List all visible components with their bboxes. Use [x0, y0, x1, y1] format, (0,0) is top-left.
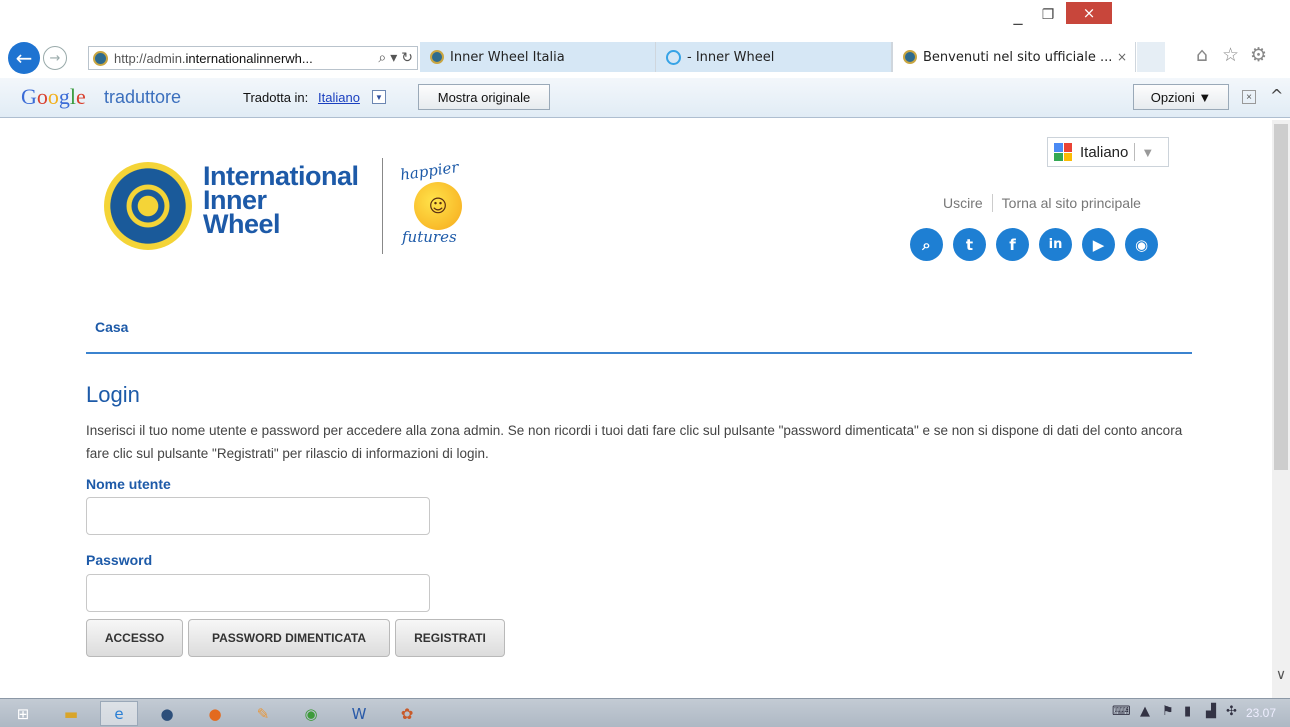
signal-icon[interactable]: ▟ — [1206, 704, 1216, 719]
new-tab-button[interactable] — [1137, 42, 1165, 72]
tab-benvenuti[interactable]: Benvenuti nel sito ufficiale ... × — [892, 42, 1136, 72]
close-translate-icon[interactable]: × — [1242, 90, 1256, 104]
rss-icon[interactable]: ◉ — [1125, 228, 1158, 261]
select-divider — [1134, 143, 1136, 161]
scrollbar-thumb[interactable] — [1274, 124, 1288, 470]
close-window-button[interactable]: × — [1066, 2, 1112, 24]
username-input[interactable] — [86, 497, 430, 535]
header-links: Uscire Torna al sito principale — [943, 194, 1141, 212]
translated-to-label: Tradotta in: — [243, 90, 309, 105]
language-dropdown-icon[interactable]: ▼ — [372, 90, 386, 104]
facebook-icon[interactable]: f — [996, 228, 1029, 261]
site-logo-text[interactable]: International Inner Wheel — [203, 163, 359, 238]
browser-chrome: _ ❐ × ← → http://admin.internationalinne… — [0, 0, 1290, 78]
google-logo: Google — [21, 84, 86, 109]
start-icon[interactable]: ⊞ — [4, 701, 42, 726]
happier-text: happier — [399, 158, 460, 184]
close-tab-icon[interactable]: × — [1117, 50, 1127, 64]
linkedin-icon[interactable]: in — [1039, 228, 1072, 261]
social-icons: ⌕ t f in ▶ ◉ — [910, 228, 1168, 261]
inner-wheel-favicon-icon — [430, 50, 444, 64]
google-translate-bar: Google traduttore Tradotta in: Italiano … — [0, 78, 1290, 118]
inner-wheel-emblem[interactable] — [104, 162, 192, 250]
page-title: Login — [86, 382, 140, 407]
power-icon[interactable]: ▮ — [1184, 704, 1191, 719]
tab-inner-wheel-italia[interactable]: Inner Wheel Italia — [420, 42, 656, 72]
google-translate-icon — [1054, 143, 1072, 161]
favorites-star-icon[interactable]: ☆ — [1222, 44, 1239, 66]
chevron-down-icon: ▼ — [1141, 144, 1155, 160]
address-bar[interactable]: http://admin.internationalinnerwh... ⌕ ▾… — [88, 46, 418, 70]
tab-label: Inner Wheel Italia — [450, 49, 565, 65]
collapse-icon[interactable]: ^ — [1270, 86, 1283, 105]
internet-explorer-icon[interactable]: e — [100, 701, 138, 726]
language-select-value: Italiano — [1080, 143, 1129, 161]
twitter-icon[interactable]: t — [953, 228, 986, 261]
futures-text: futures — [402, 228, 457, 246]
maximize-button[interactable]: ❐ — [1034, 0, 1062, 30]
chrome-icon[interactable]: ◉ — [292, 701, 330, 726]
password-input[interactable] — [86, 574, 430, 612]
windows-taskbar: ⊞ ▬ e ● ● ✎ ◉ W ✿ ⌨ ▲ ⚑ ▮ ▟ ✣ 23.07 — [0, 698, 1290, 727]
firefox-icon[interactable]: ● — [196, 701, 234, 726]
word-icon[interactable]: W — [340, 701, 378, 726]
back-button[interactable]: ← — [8, 42, 40, 74]
back-arrow-icon: ← — [15, 46, 33, 70]
clock[interactable]: 23.07 — [1246, 706, 1276, 720]
forgot-password-button[interactable]: PASSWORD DIMENTICATA — [188, 619, 390, 657]
show-original-button[interactable]: Mostra originale — [418, 84, 550, 110]
home-icon[interactable]: ⌂ — [1196, 44, 1208, 66]
dropdown-arrow-icon[interactable]: ▾ — [390, 50, 397, 66]
site-favicon-icon — [93, 50, 108, 66]
search-icon[interactable]: ⌕ — [378, 50, 386, 66]
play-icon[interactable]: ▶ — [1082, 228, 1115, 261]
forward-arrow-icon: → — [49, 50, 61, 66]
flag-icon[interactable]: ⚑ — [1162, 704, 1174, 719]
refresh-icon[interactable]: ↻ — [401, 50, 413, 66]
network-icon[interactable]: ✣ — [1226, 704, 1237, 719]
address-text[interactable]: http://admin.internationalinnerwh... — [114, 51, 374, 66]
password-label: Password — [86, 552, 153, 568]
scroll-down-icon[interactable]: ∨ — [1272, 666, 1290, 684]
register-button[interactable]: REGISTRATI — [395, 619, 505, 657]
translate-product-name: traduttore — [104, 87, 182, 107]
main-site-link[interactable]: Torna al sito principale — [1002, 195, 1141, 211]
tab-label: Benvenuti nel sito ufficiale ... — [923, 49, 1113, 65]
login-instructions: Inserisci il tuo nome utente e password … — [86, 423, 1183, 461]
nav-home-link[interactable]: Casa — [95, 319, 128, 335]
nav-divider — [86, 352, 1192, 354]
login-button[interactable]: ACCESSO — [86, 619, 183, 657]
paint-icon[interactable]: ✿ — [388, 701, 426, 726]
logout-link[interactable]: Uscire — [943, 195, 983, 211]
ie-favicon-icon — [666, 49, 681, 65]
forward-button[interactable]: → — [43, 46, 67, 70]
options-button[interactable]: Opzioni ▼ — [1133, 84, 1229, 110]
file-explorer-icon[interactable]: ▬ — [52, 701, 90, 726]
thunderbird-icon[interactable]: ● — [148, 701, 186, 726]
language-select[interactable]: Italiano ▼ — [1047, 137, 1169, 167]
link-divider — [991, 194, 993, 212]
tab-inner-wheel[interactable]: - Inner Wheel — [656, 42, 892, 72]
settings-gear-icon[interactable]: ⚙ — [1250, 44, 1267, 66]
translate-language-link[interactable]: Italiano — [318, 90, 360, 105]
inner-wheel-favicon-icon — [903, 50, 917, 64]
logo-divider — [382, 158, 383, 254]
username-label: Nome utente — [86, 476, 171, 492]
app-icon[interactable]: ✎ — [244, 701, 282, 726]
minimize-button[interactable]: _ — [1004, 0, 1032, 30]
smiley-face-icon: ☺ — [414, 182, 462, 230]
search-icon[interactable]: ⌕ — [910, 228, 943, 261]
show-hidden-icons[interactable]: ▲ — [1140, 704, 1150, 719]
keyboard-icon[interactable]: ⌨ — [1112, 704, 1131, 719]
tab-label: - Inner Wheel — [687, 49, 775, 65]
